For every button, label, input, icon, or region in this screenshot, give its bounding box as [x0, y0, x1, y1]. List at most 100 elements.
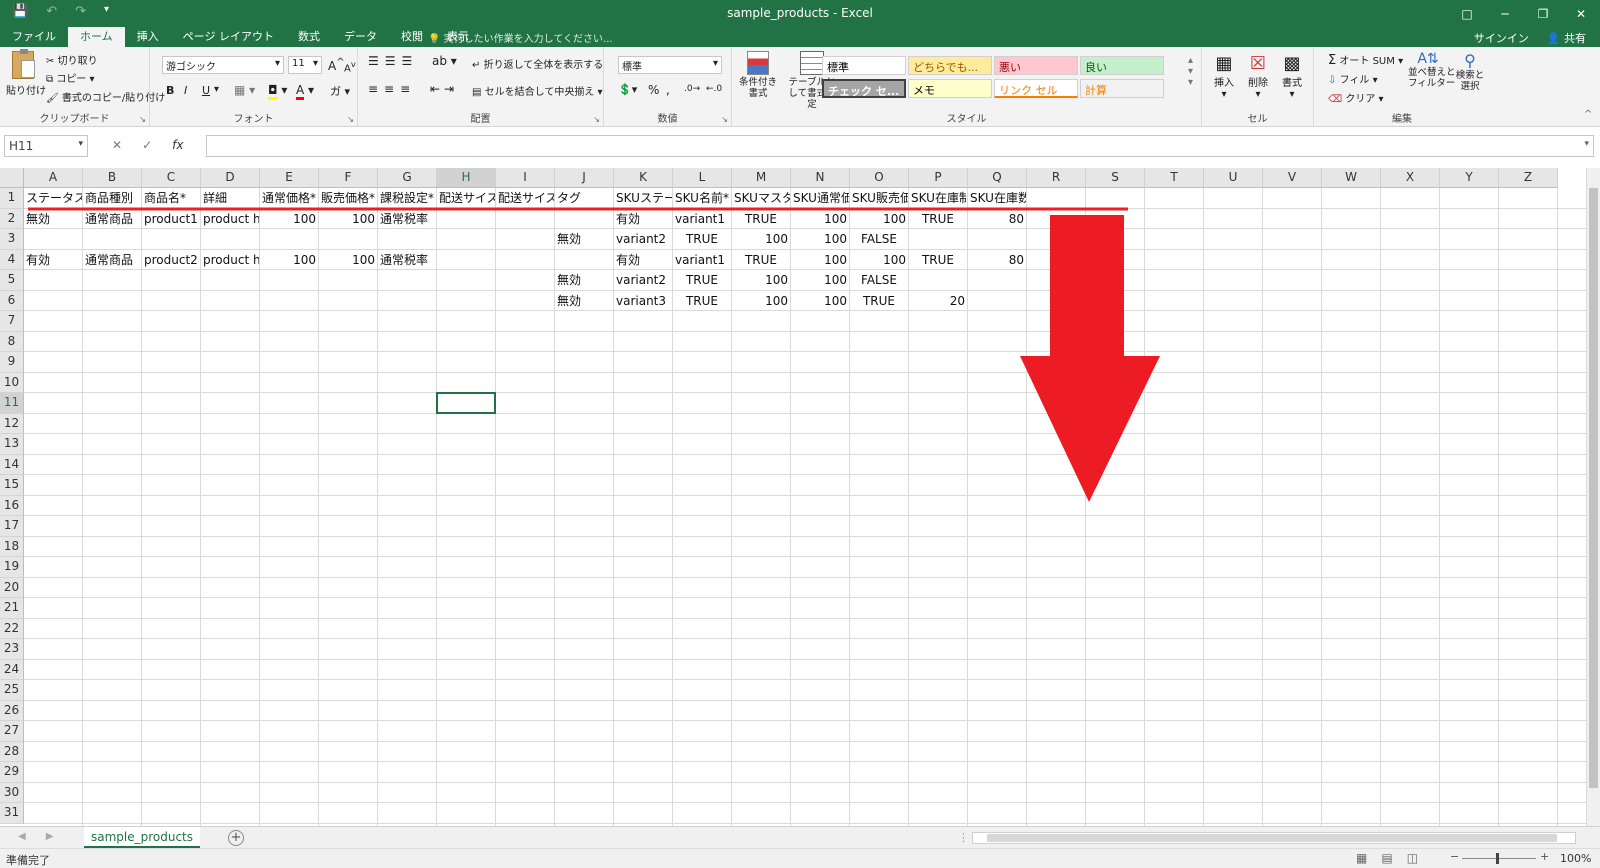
tell-me-box[interactable]: 💡 実行したい作業を入力してください...: [428, 30, 613, 45]
column-header-Z[interactable]: Z: [1499, 168, 1558, 188]
row-header-18[interactable]: 18: [0, 536, 24, 557]
cell-M6[interactable]: 100: [732, 291, 790, 311]
cell-N2[interactable]: 100: [791, 209, 849, 229]
close-button[interactable]: ✕: [1562, 0, 1600, 27]
cell-style-5[interactable]: メモ: [908, 79, 992, 98]
select-all-corner[interactable]: [0, 168, 24, 188]
cell-I1[interactable]: 配送サイズ: [496, 188, 554, 208]
fill-button[interactable]: ⇩ フィル ▾: [1328, 71, 1378, 86]
cell-C4[interactable]: product2: [142, 250, 200, 270]
row-header-27[interactable]: 27: [0, 721, 24, 742]
normal-view-icon[interactable]: ▦: [1356, 851, 1367, 865]
cell-K1[interactable]: SKUステータス: [614, 188, 672, 208]
gallery-scroll-icon[interactable]: ▴ ▾ ▾: [1188, 55, 1193, 88]
grow-font-button[interactable]: A^: [328, 57, 345, 73]
cell-L4[interactable]: variant1: [673, 250, 731, 270]
cell-Q4[interactable]: 80: [968, 250, 1026, 270]
font-size-select[interactable]: 11 ▾: [288, 56, 322, 74]
cell-style-0[interactable]: 標準: [822, 56, 906, 75]
add-sheet-icon[interactable]: +: [228, 830, 244, 846]
vertical-align-icons[interactable]: ☰☰☰: [368, 54, 418, 68]
cell-style-2[interactable]: 悪い: [994, 56, 1078, 75]
row-header-25[interactable]: 25: [0, 680, 24, 701]
column-header-U[interactable]: U: [1204, 168, 1263, 188]
column-header-A[interactable]: A: [24, 168, 83, 188]
row-header-16[interactable]: 16: [0, 495, 24, 516]
column-header-R[interactable]: R: [1027, 168, 1086, 188]
column-header-I[interactable]: I: [496, 168, 555, 188]
cell-B4[interactable]: 通常商品: [83, 250, 141, 270]
merge-center-button[interactable]: ▤ セルを結合して中央揃え ▾: [472, 83, 603, 98]
row-header-7[interactable]: 7: [0, 311, 24, 332]
cell-Q1[interactable]: SKU在庫数: [968, 188, 1026, 208]
find-select-button[interactable]: ⚲ 検索と 選択: [1452, 51, 1488, 92]
worksheet-grid[interactable]: A B C D E F G H I J K L M N O P Q R S T U V W X Y Z 1 2 3 4 5 6 7 8 9 10 11 1…: [0, 168, 1600, 826]
italic-button[interactable]: I: [184, 84, 187, 97]
cell-K5[interactable]: variant2: [614, 270, 672, 290]
column-header-J[interactable]: J: [555, 168, 614, 188]
column-header-T[interactable]: T: [1145, 168, 1204, 188]
cell-E2[interactable]: 100: [260, 209, 318, 229]
copy-button[interactable]: ⧉ コピー ▾: [46, 70, 95, 85]
horizontal-align-icons[interactable]: ≡≡≡: [368, 82, 416, 96]
row-header-29[interactable]: 29: [0, 762, 24, 783]
zoom-out-button[interactable]: −: [1450, 850, 1459, 863]
cell-J5[interactable]: 無効: [555, 270, 613, 290]
cell-N1[interactable]: SKU通常価格: [791, 188, 849, 208]
cancel-icon[interactable]: ✕: [112, 138, 122, 152]
column-header-N[interactable]: N: [791, 168, 850, 188]
cell-L2[interactable]: variant1: [673, 209, 731, 229]
next-sheet-icon[interactable]: ▶: [46, 831, 54, 842]
cell-P2[interactable]: TRUE: [909, 209, 967, 229]
cell-style-6[interactable]: リンク セル: [994, 79, 1078, 98]
enter-icon[interactable]: ✓: [142, 138, 152, 152]
dialog-launcher-icon[interactable]: ↘: [593, 115, 600, 124]
bold-button[interactable]: B: [166, 84, 174, 97]
font-color-icon[interactable]: A ▾: [296, 83, 314, 100]
shrink-font-button[interactable]: Av: [344, 59, 356, 74]
tab-1[interactable]: ホーム: [68, 27, 125, 47]
row-header-21[interactable]: 21: [0, 598, 24, 619]
cell-G1[interactable]: 課税設定*: [378, 188, 436, 208]
scroll-thumb[interactable]: [1589, 188, 1598, 788]
cell-N4[interactable]: 100: [791, 250, 849, 270]
row-header-19[interactable]: 19: [0, 557, 24, 578]
page-break-view-icon[interactable]: ◫: [1407, 851, 1418, 865]
cell-O4[interactable]: 100: [850, 250, 908, 270]
cell-K3[interactable]: variant2: [614, 229, 672, 249]
cell-J1[interactable]: タグ: [555, 188, 613, 208]
row-header-14[interactable]: 14: [0, 454, 24, 475]
cell-N3[interactable]: 100: [791, 229, 849, 249]
column-header-K[interactable]: K: [614, 168, 673, 188]
dialog-launcher-icon[interactable]: ↘: [347, 115, 354, 124]
cell-K2[interactable]: 有効: [614, 209, 672, 229]
insert-cells-button[interactable]: ▦ 挿入 ▾: [1210, 53, 1238, 100]
wrap-text-button[interactable]: ↵ 折り返して全体を表示する: [472, 56, 603, 71]
row-header-13[interactable]: 13: [0, 434, 24, 455]
row-header-1[interactable]: 1: [0, 188, 24, 209]
zoom-slider[interactable]: − +: [1450, 850, 1550, 865]
row-header-26[interactable]: 26: [0, 700, 24, 721]
cell-M3[interactable]: 100: [732, 229, 790, 249]
cell-B1[interactable]: 商品種別: [83, 188, 141, 208]
row-header-17[interactable]: 17: [0, 516, 24, 537]
share-button[interactable]: 👤 共有: [1547, 30, 1586, 46]
orientation-icon[interactable]: ab ▾: [432, 54, 457, 68]
fill-color-icon[interactable]: ◘ ▾: [268, 83, 287, 100]
row-header-2[interactable]: 2: [0, 208, 24, 229]
horizontal-scrollbar[interactable]: [972, 832, 1576, 844]
comma-button[interactable]: ,: [666, 83, 670, 97]
dialog-launcher-icon[interactable]: ↘: [721, 115, 728, 124]
signin-link[interactable]: サインイン: [1474, 30, 1529, 46]
cell-K6[interactable]: variant3: [614, 291, 672, 311]
cell-O3[interactable]: FALSE: [850, 229, 908, 249]
cell-O2[interactable]: 100: [850, 209, 908, 229]
cell-N6[interactable]: 100: [791, 291, 849, 311]
column-header-P[interactable]: P: [909, 168, 968, 188]
cell-E1[interactable]: 通常価格*: [260, 188, 318, 208]
ribbon-display-options-icon[interactable]: □: [1448, 0, 1486, 27]
currency-icon[interactable]: 💲▾: [618, 83, 637, 96]
tab-4[interactable]: 数式: [286, 27, 332, 47]
column-header-G[interactable]: G: [378, 168, 437, 188]
cell-D2[interactable]: product has SKUs: [201, 209, 259, 229]
